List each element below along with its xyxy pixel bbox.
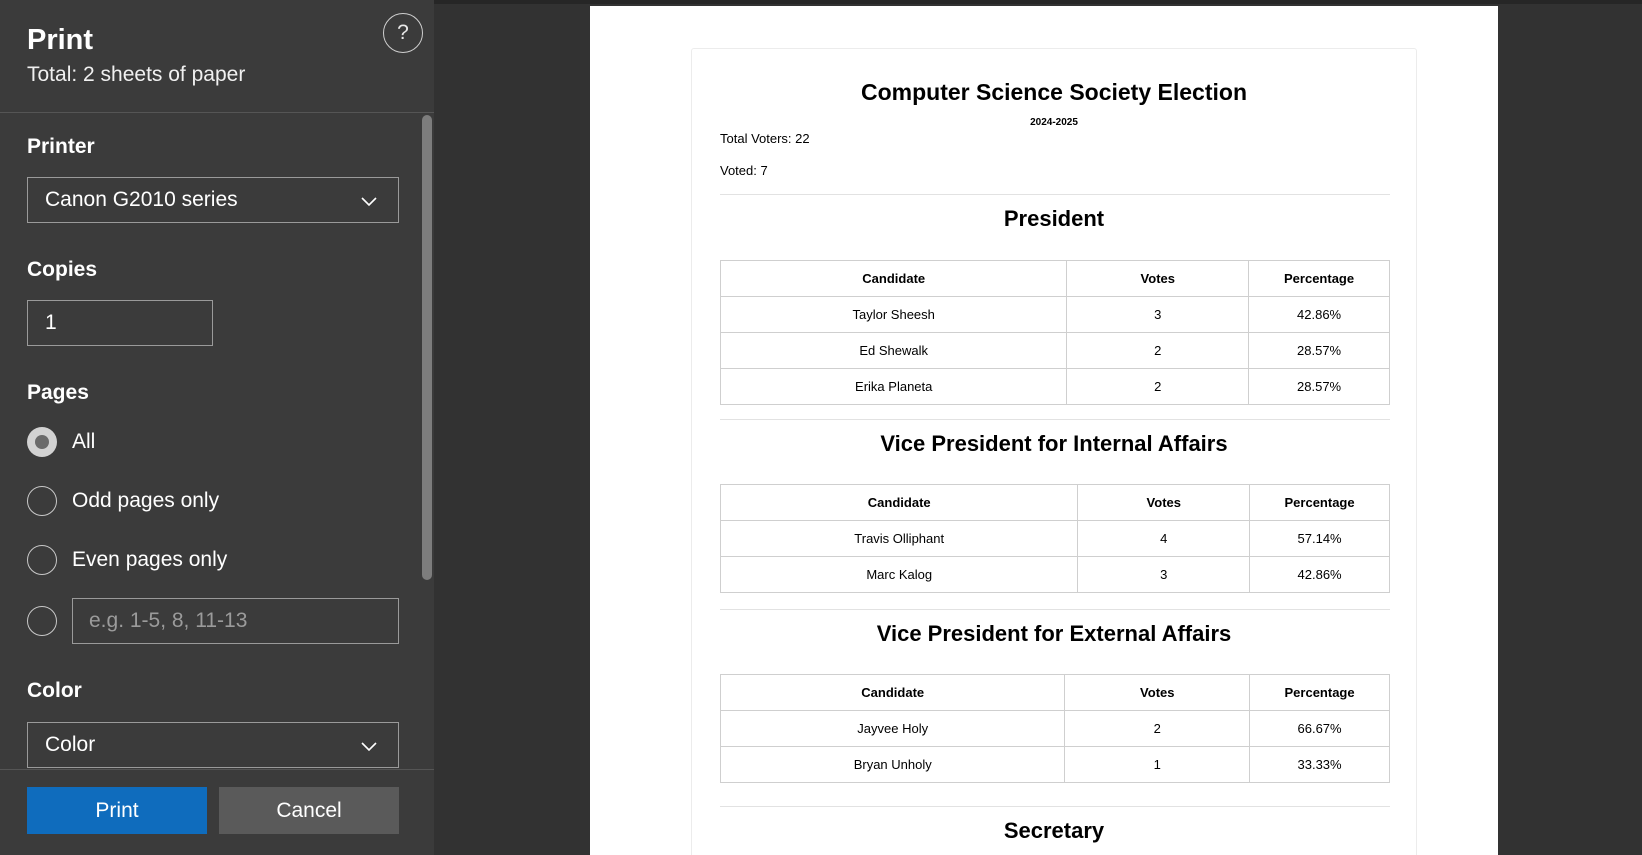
- section-title-president: President: [1003, 206, 1105, 231]
- table-header-row: Candidate Votes Percentage: [719, 674, 1390, 711]
- radio-label-even: Even pages only: [72, 548, 228, 571]
- radio-label-all: All: [72, 430, 96, 453]
- voted-count: Voted: 7: [720, 163, 768, 178]
- table-header-row: Candidate Votes Percentage: [719, 260, 1390, 297]
- cell-percentage: 66.67%: [1249, 710, 1390, 747]
- section-title-secretary: Secretary: [1003, 818, 1105, 843]
- print-button[interactable]: Print: [27, 787, 207, 834]
- cancel-button[interactable]: Cancel: [219, 787, 399, 834]
- divider: [720, 419, 1390, 420]
- document-title: Computer Science Society Election: [860, 79, 1247, 105]
- col-header-votes: Votes: [1077, 484, 1251, 521]
- print-preview-area[interactable]: Computer Science Society Election 2024-2…: [434, 0, 1642, 855]
- radio-odd[interactable]: [27, 486, 57, 516]
- copies-input[interactable]: 1: [27, 300, 213, 346]
- print-settings-panel: Print Total: 2 sheets of paper ? Printer…: [0, 0, 434, 855]
- cell-votes: 4: [1077, 520, 1251, 557]
- divider: [720, 609, 1390, 610]
- copies-label: Copies: [27, 258, 98, 281]
- pages-option-custom[interactable]: [27, 606, 57, 636]
- cell-percentage: 33.33%: [1249, 746, 1390, 783]
- printer-select-value: Canon G2010 series: [45, 188, 238, 211]
- divider: [720, 806, 1390, 807]
- cell-votes: 1: [1064, 746, 1251, 783]
- col-header-percentage: Percentage: [1248, 260, 1390, 297]
- total-voters: Total Voters: 22: [720, 131, 810, 146]
- radio-even[interactable]: [27, 545, 57, 575]
- pages-option-all[interactable]: All: [27, 427, 95, 457]
- page-range-input[interactable]: e.g. 1-5, 8, 11-13: [72, 598, 399, 644]
- table-header-row: Candidate Votes Percentage: [719, 484, 1390, 521]
- document-year: 2024-2025: [1030, 117, 1078, 128]
- color-select[interactable]: Color: [27, 722, 399, 768]
- cell-percentage: 28.57%: [1248, 332, 1390, 369]
- panel-title: Print: [27, 24, 94, 56]
- table-row: Travis Olliphant 4 57.14%: [719, 520, 1390, 557]
- cell-candidate: Ed Shewalk: [719, 332, 1068, 369]
- pages-option-even[interactable]: Even pages only: [27, 545, 227, 575]
- divider: [720, 194, 1390, 195]
- section-title-vp-external: Vice President for External Affairs: [876, 621, 1232, 646]
- cell-candidate: Jayvee Holy: [719, 710, 1066, 747]
- table-row: Ed Shewalk 2 28.57%: [719, 332, 1390, 369]
- radio-label-odd: Odd pages only: [72, 489, 220, 512]
- table-row: Bryan Unholy 1 33.33%: [719, 746, 1390, 783]
- table-row: Erika Planeta 2 28.57%: [719, 368, 1390, 405]
- panel-footer: Print Cancel: [0, 769, 434, 855]
- sheet-count: Total: 2 sheets of paper: [27, 63, 246, 86]
- section-title-vp-internal: Vice President for Internal Affairs: [880, 431, 1228, 456]
- color-label: Color: [27, 679, 82, 702]
- results-table-vp-external: Candidate Votes Percentage Jayvee Holy 2…: [719, 674, 1390, 783]
- col-header-percentage: Percentage: [1249, 484, 1390, 521]
- col-header-percentage: Percentage: [1249, 674, 1390, 711]
- cell-percentage: 57.14%: [1249, 520, 1390, 557]
- table-row: Jayvee Holy 2 66.67%: [719, 710, 1390, 747]
- printer-select[interactable]: Canon G2010 series: [27, 177, 399, 223]
- panel-header: Print Total: 2 sheets of paper ?: [0, 0, 434, 113]
- col-header-candidate: Candidate: [719, 484, 1079, 521]
- radio-custom[interactable]: [27, 606, 57, 636]
- settings-scroll-area: Printer Canon G2010 series Copies 1 Page…: [0, 113, 434, 769]
- col-header-candidate: Candidate: [719, 674, 1066, 711]
- results-card: Computer Science Society Election 2024-2…: [691, 48, 1417, 855]
- cell-candidate: Erika Planeta: [719, 368, 1068, 405]
- cell-votes: 3: [1066, 296, 1250, 333]
- help-icon[interactable]: ?: [383, 13, 423, 53]
- chevron-down-icon: [361, 742, 377, 752]
- results-table-vp-internal: Candidate Votes Percentage Travis Olliph…: [719, 484, 1390, 593]
- cell-candidate: Bryan Unholy: [719, 746, 1066, 783]
- cell-votes: 3: [1077, 556, 1251, 593]
- cell-votes: 2: [1066, 368, 1250, 405]
- cell-percentage: 28.57%: [1248, 368, 1390, 405]
- color-select-value: Color: [45, 733, 96, 756]
- cell-percentage: 42.86%: [1249, 556, 1390, 593]
- printer-label: Printer: [27, 135, 95, 158]
- cell-votes: 2: [1064, 710, 1251, 747]
- cell-votes: 2: [1066, 332, 1250, 369]
- cell-candidate: Marc Kalog: [719, 556, 1079, 593]
- col-header-votes: Votes: [1066, 260, 1250, 297]
- results-table-president: Candidate Votes Percentage Taylor Sheesh…: [719, 260, 1390, 405]
- table-row: Taylor Sheesh 3 42.86%: [719, 296, 1390, 333]
- radio-all[interactable]: [27, 427, 57, 457]
- cell-percentage: 42.86%: [1248, 296, 1390, 333]
- table-row: Marc Kalog 3 42.86%: [719, 556, 1390, 593]
- col-header-candidate: Candidate: [719, 260, 1068, 297]
- col-header-votes: Votes: [1064, 674, 1251, 711]
- pages-label: Pages: [27, 381, 89, 404]
- cell-candidate: Travis Olliphant: [719, 520, 1079, 557]
- cell-candidate: Taylor Sheesh: [719, 296, 1068, 333]
- preview-page: Computer Science Society Election 2024-2…: [590, 6, 1498, 855]
- chevron-down-icon: [361, 197, 377, 207]
- panel-scrollbar[interactable]: [422, 115, 432, 580]
- pages-option-odd[interactable]: Odd pages only: [27, 486, 219, 516]
